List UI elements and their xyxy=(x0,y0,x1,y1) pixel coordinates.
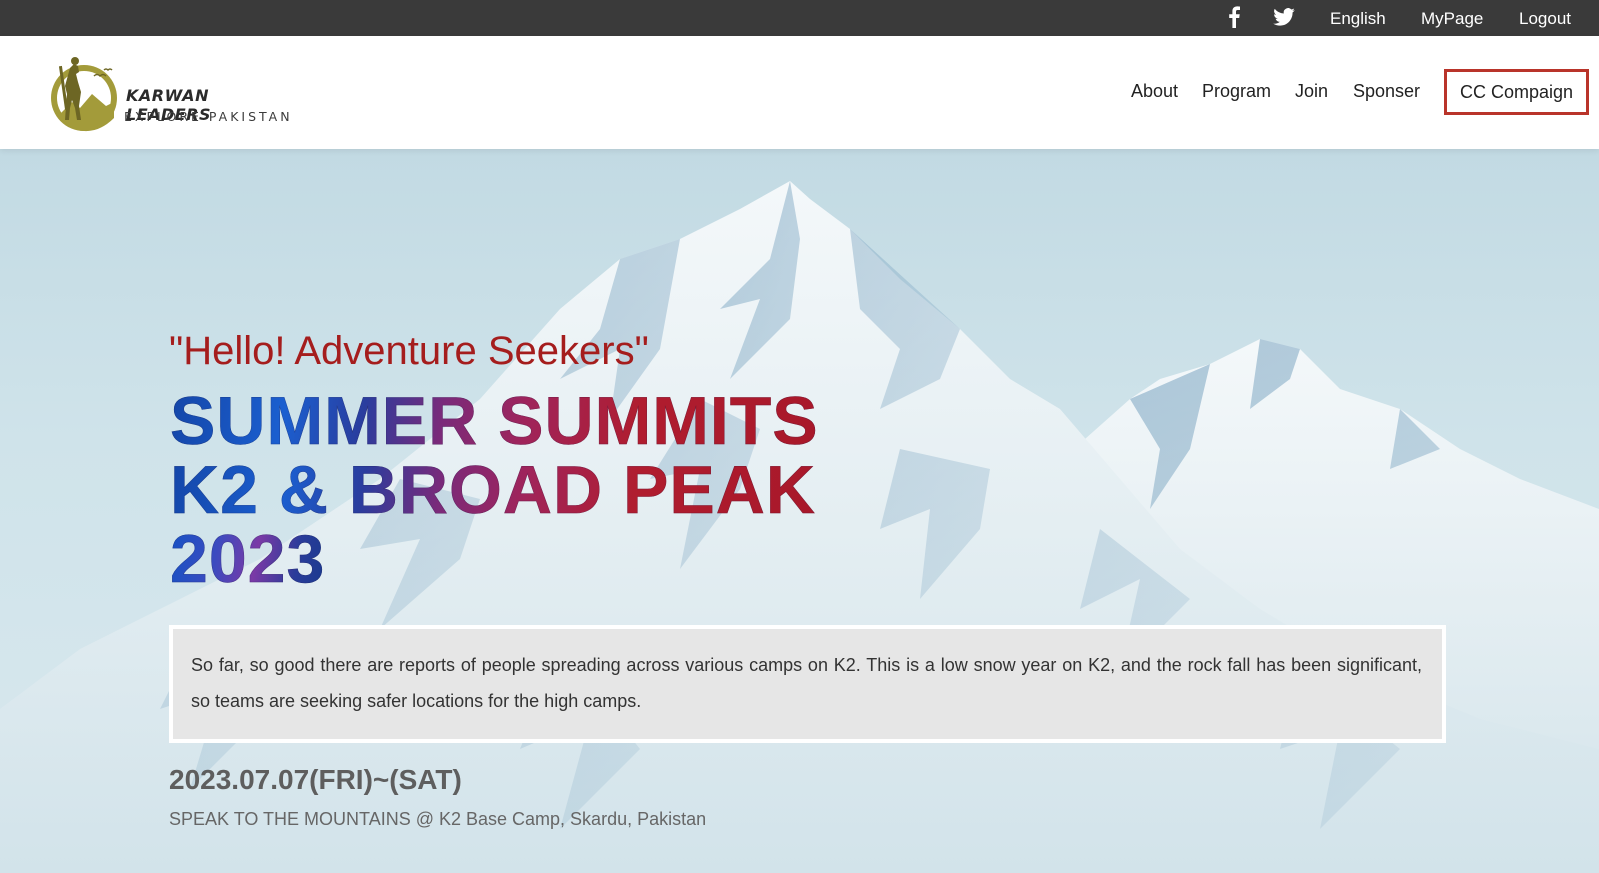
news-notice-box: So far, so good there are reports of peo… xyxy=(169,625,1446,743)
hero-greeting: "Hello! Adventure Seekers" xyxy=(169,329,649,373)
facebook-icon[interactable] xyxy=(1222,5,1246,29)
event-date: 2023.07.07(FRI)~(SAT) xyxy=(169,764,462,795)
logo-subtitle: EXPLORE PAKISTAN xyxy=(124,109,293,124)
language-link[interactable]: English xyxy=(1330,9,1386,29)
nav-about[interactable]: About xyxy=(1131,81,1178,102)
twitter-icon[interactable] xyxy=(1272,5,1296,29)
site-logo[interactable]: KARWAN LEADERS EXPLORE PAKISTAN xyxy=(48,46,298,138)
hero-section: "Hello! Adventure Seekers" SUMMER SUMMIT… xyxy=(0,149,1599,873)
mypage-link[interactable]: MyPage xyxy=(1421,9,1483,29)
nav-sponser[interactable]: Sponser xyxy=(1353,81,1420,102)
logout-link[interactable]: Logout xyxy=(1519,9,1571,29)
hero-headline-line-3: 2023 xyxy=(170,521,326,597)
nav-cc-compaign-button[interactable]: CC Compaign xyxy=(1444,69,1589,115)
hiker-logo-icon xyxy=(51,57,117,132)
hero-headline-line-1: SUMMER SUMMITS xyxy=(170,383,819,459)
nav-join[interactable]: Join xyxy=(1295,81,1328,102)
main-header: KARWAN LEADERS EXPLORE PAKISTAN About Pr… xyxy=(0,36,1599,149)
news-notice-text: So far, so good there are reports of peo… xyxy=(191,655,1422,711)
event-location: SPEAK TO THE MOUNTAINS @ K2 Base Camp, S… xyxy=(169,809,707,829)
hero-headline-line-2: K2 & BROAD PEAK xyxy=(170,452,816,528)
top-utility-bar: English MyPage Logout xyxy=(0,0,1599,36)
nav-program[interactable]: Program xyxy=(1202,81,1271,102)
